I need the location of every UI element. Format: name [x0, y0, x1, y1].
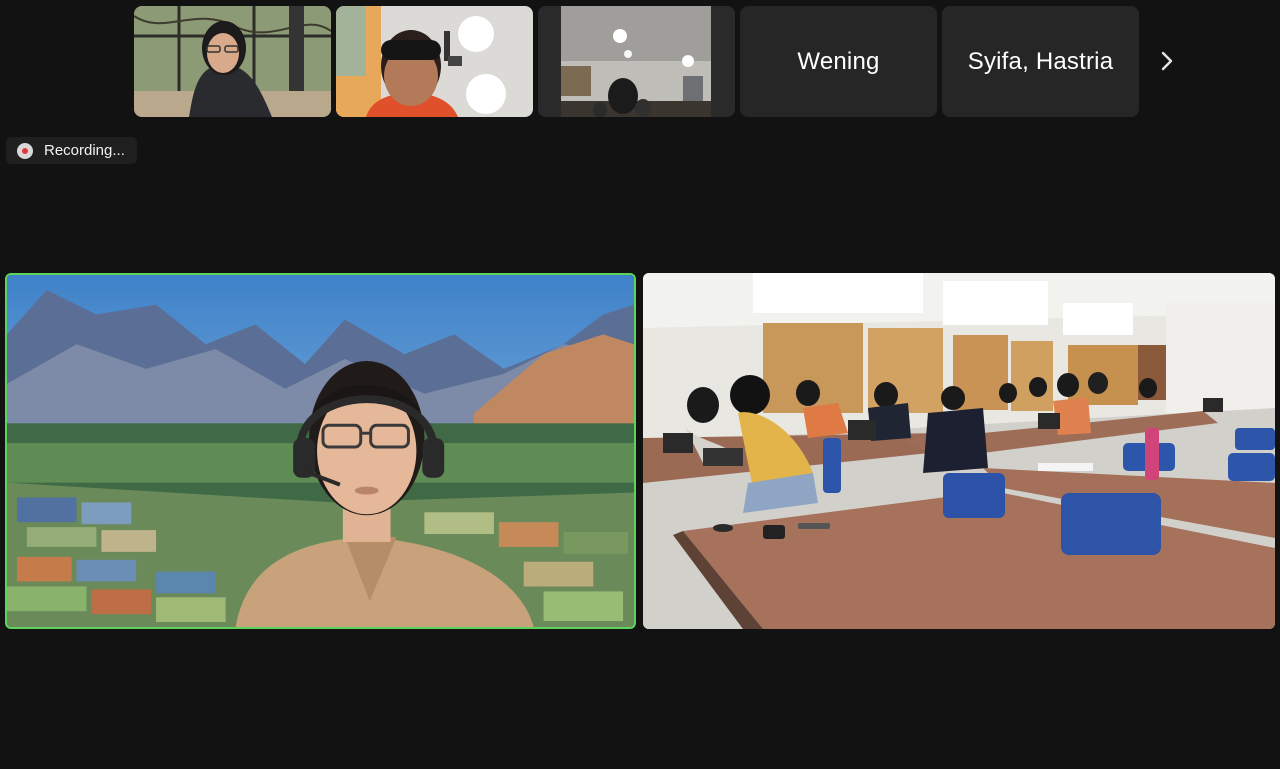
- participant-name-label: Syifa, Hastria: [967, 47, 1114, 75]
- room-video[interactable]: [643, 273, 1275, 629]
- participant-video-3: [538, 6, 735, 117]
- participant-thumbnail-2[interactable]: [336, 6, 533, 117]
- speaker-video-frame: [7, 275, 634, 627]
- participant-video-1: [134, 6, 331, 117]
- participant-video-2: [336, 6, 533, 117]
- participant-thumbnail-1[interactable]: [134, 6, 331, 117]
- participant-thumbnail-4[interactable]: Wening: [740, 6, 937, 117]
- recording-label: Recording...: [44, 142, 125, 159]
- participant-thumbnail-3[interactable]: [538, 6, 735, 117]
- participant-thumbnail-5[interactable]: Syifa, Hastria: [942, 6, 1139, 117]
- classroom-video-frame: [643, 273, 1275, 629]
- meeting-window: Wening Syifa, Hastria Recording...: [0, 0, 1280, 769]
- chevron-right-icon: [1161, 51, 1173, 71]
- participant-name-label: Wening: [797, 47, 880, 75]
- recording-dot-icon: [17, 142, 33, 159]
- recording-indicator[interactable]: Recording...: [6, 137, 137, 164]
- next-page-button[interactable]: [1156, 46, 1178, 76]
- participant-strip: Wening Syifa, Hastria: [134, 6, 1139, 117]
- active-speaker-video[interactable]: [5, 273, 636, 629]
